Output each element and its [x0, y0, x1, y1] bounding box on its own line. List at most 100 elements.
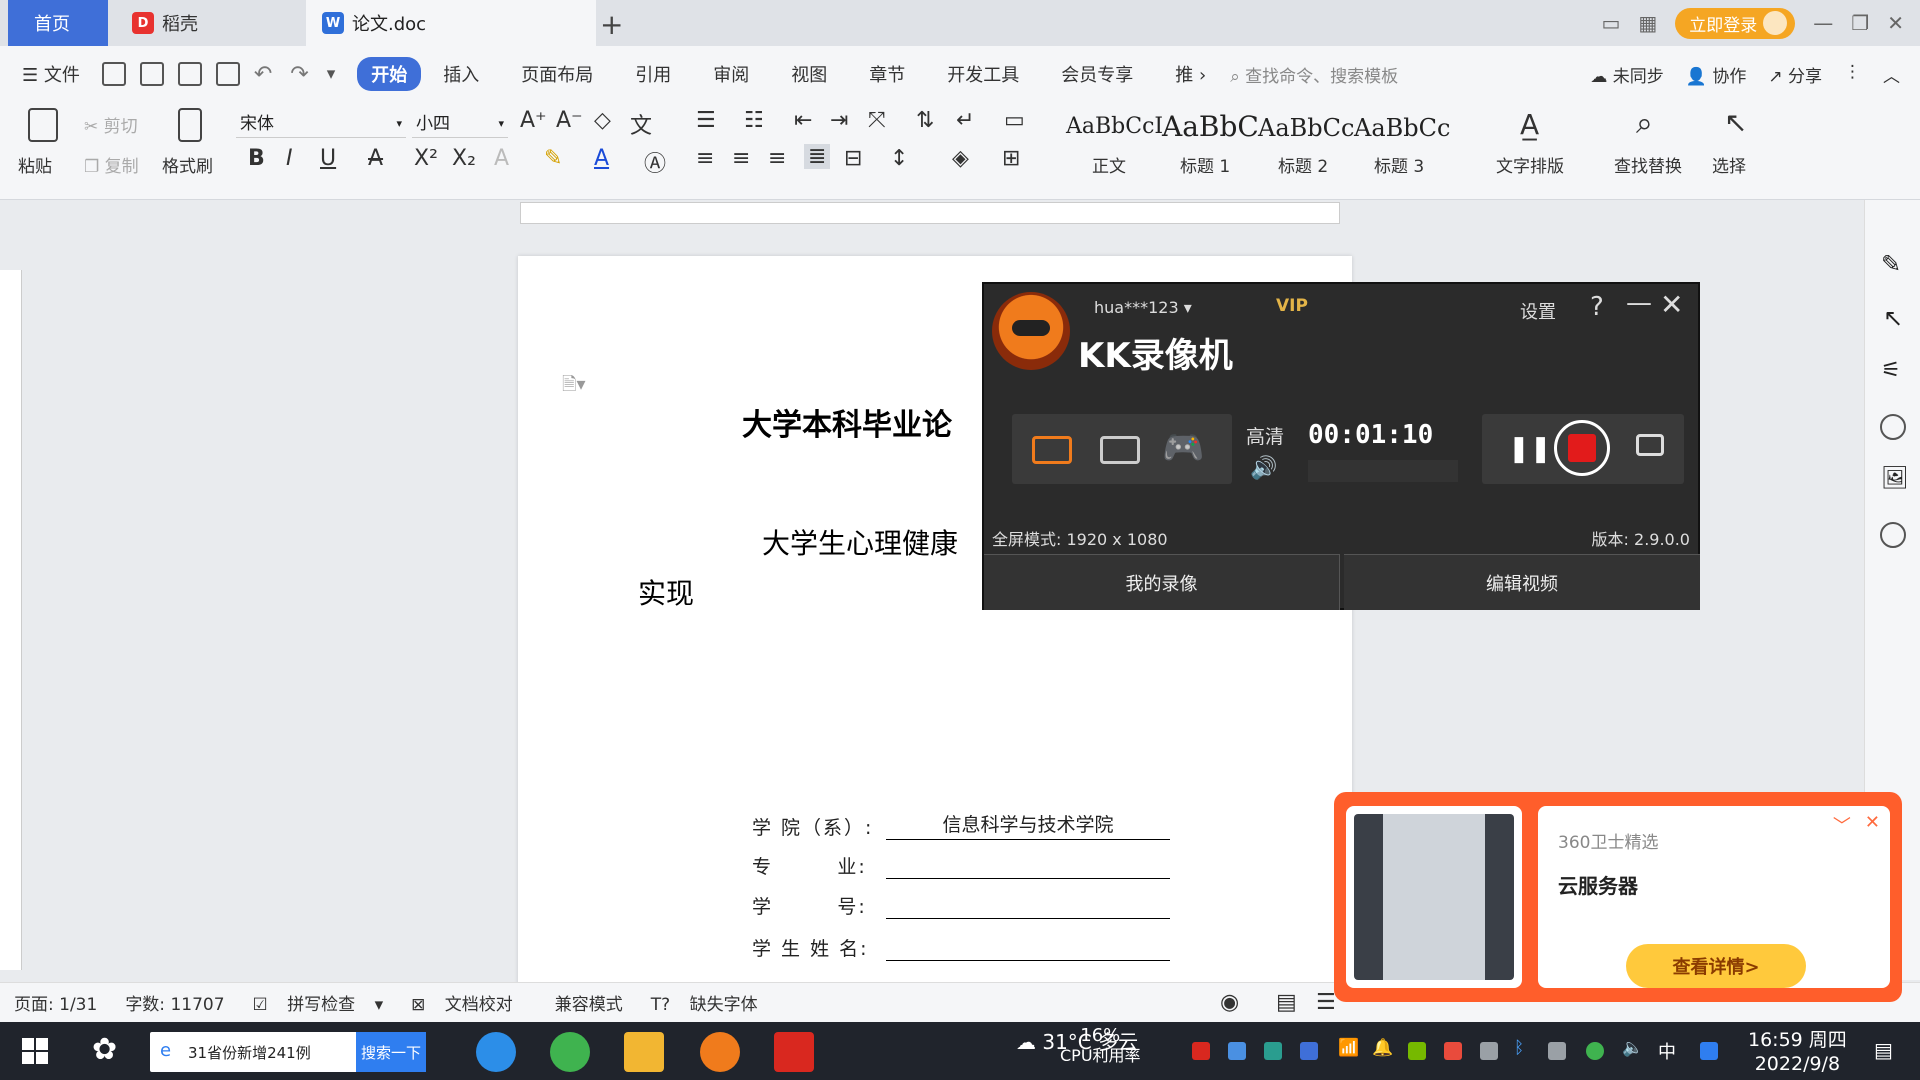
menu-view[interactable]: 视图	[791, 61, 827, 87]
close-icon[interactable]: ✕	[1887, 11, 1904, 35]
ad-card[interactable]: 360卫士精选 云服务器 查看详情> ﹀ ✕	[1538, 806, 1890, 988]
shrink-font-icon[interactable]: A⁻	[556, 108, 583, 133]
bluetooth-icon[interactable]: ᛒ	[1514, 1038, 1524, 1058]
sort-icon[interactable]: ⇅	[916, 108, 934, 133]
font-color-icon[interactable]: A	[594, 146, 609, 171]
save-icon[interactable]	[101, 62, 126, 86]
tray-q-icon[interactable]	[1700, 1042, 1718, 1060]
spell-check[interactable]: ☑ 拼写检查 ▾	[253, 990, 384, 1015]
image-icon[interactable]: 🖼	[1881, 466, 1909, 491]
vertical-ruler[interactable]	[0, 270, 22, 970]
tab-home[interactable]: 首页	[8, 0, 108, 46]
more-icon[interactable]: ⋮	[1844, 62, 1861, 87]
eye-icon[interactable]: ◉	[1220, 990, 1239, 1015]
clear-format-icon[interactable]: ◇	[594, 108, 611, 133]
phonetic-icon[interactable]: 文	[630, 108, 652, 140]
adjust-icon[interactable]: ⚟	[1881, 358, 1901, 383]
undo-icon[interactable]: ↶	[254, 62, 272, 87]
shading-icon[interactable]: ◈	[952, 146, 969, 171]
kk-settings-button[interactable]: 设置	[1520, 298, 1556, 324]
style-h3-preview[interactable]: AaBbCc	[1354, 114, 1450, 142]
help-icon[interactable]	[1880, 414, 1906, 440]
nvidia-icon[interactable]	[1408, 1042, 1426, 1060]
kk-vip-badge[interactable]: VIP	[1276, 296, 1308, 316]
doc-proofread[interactable]: ⊠ 文档校对	[411, 990, 527, 1015]
360-browser-icon[interactable]	[550, 1032, 590, 1072]
numbered-list-icon[interactable]: ☷	[744, 108, 764, 133]
layout-icon[interactable]: ▭	[1601, 11, 1620, 35]
ad-popup[interactable]: 360卫士精选 云服务器 查看详情> ﹀ ✕	[1334, 792, 1902, 1002]
assistant-icon[interactable]: ✿	[92, 1032, 117, 1067]
tab-document[interactable]: W 论文.doc	[306, 0, 596, 46]
ad-image[interactable]	[1346, 806, 1522, 988]
kk-recorder-taskbar-icon[interactable]	[700, 1032, 740, 1072]
redo-icon[interactable]: ↷	[290, 62, 308, 87]
preview-icon[interactable]	[215, 62, 240, 86]
print-icon[interactable]	[177, 62, 202, 86]
menu-member[interactable]: 会员专享	[1061, 61, 1133, 87]
superscript-icon[interactable]: X²	[414, 146, 438, 171]
style-normal-preview[interactable]: AaBbCcI	[1066, 114, 1163, 139]
horizontal-ruler[interactable]	[520, 202, 1340, 224]
kk-close-icon[interactable]: ✕	[1660, 288, 1683, 321]
usb-icon[interactable]	[1548, 1042, 1566, 1060]
tray-sync-icon[interactable]	[1264, 1042, 1282, 1060]
ad-collapse-icon[interactable]: ﹀	[1833, 812, 1851, 838]
pointer-icon[interactable]: ↖	[1883, 304, 1903, 332]
tray-shield-icon[interactable]	[1300, 1042, 1318, 1060]
paragraph-menu-icon[interactable]: 🗎▾	[562, 372, 586, 402]
battery-icon[interactable]	[1480, 1042, 1498, 1060]
style-h1-preview[interactable]: AaBbC	[1162, 110, 1259, 143]
char-border-icon[interactable]: Ⓐ	[644, 146, 666, 178]
speaker-icon[interactable]: 🔈	[1622, 1038, 1643, 1058]
subscript-icon[interactable]: X₂	[452, 146, 476, 171]
ruler-icon[interactable]: ▭	[1004, 108, 1025, 133]
clock[interactable]: 16:59 周四 2022/9/8	[1748, 1028, 1847, 1076]
stop-record-button[interactable]	[1554, 420, 1610, 476]
kk-volume-bar[interactable]	[1308, 460, 1458, 482]
menu-file[interactable]: ☰ 文件	[22, 61, 80, 87]
customize-icon[interactable]: ▾	[327, 64, 336, 84]
location-icon[interactable]	[1880, 522, 1906, 548]
text-layout-button[interactable]: 文字排版	[1496, 152, 1564, 177]
align-left-icon[interactable]: ≡	[696, 146, 714, 171]
copy-button[interactable]: ❐ 复制	[84, 152, 139, 177]
align-right-icon[interactable]: ≡	[768, 146, 786, 171]
menu-review[interactable]: 审阅	[713, 61, 749, 87]
style-h2-preview[interactable]: AaBbCc	[1258, 114, 1354, 142]
kk-minimize-icon[interactable]: —	[1626, 288, 1652, 318]
format-painter-button[interactable]: 格式刷	[162, 152, 213, 177]
select-cursor-icon[interactable]: ↖	[1724, 106, 1747, 139]
outline-view-icon[interactable]: ☰	[1316, 990, 1336, 1015]
minimize-icon[interactable]: —	[1813, 11, 1833, 35]
sync-button[interactable]: ☁ 未同步	[1590, 62, 1663, 87]
taskbar-search-button[interactable]: 搜索一下	[356, 1032, 426, 1072]
borders-icon[interactable]: ⊞	[1002, 146, 1020, 171]
ad-details-button[interactable]: 查看详情>	[1626, 944, 1806, 988]
kk-recorder-window[interactable]: hua***123 ▾ VIP KK录像机 设置 ? — ✕ 🎮 高清 🔊 00…	[982, 282, 1700, 610]
menu-insert[interactable]: 插入	[443, 61, 479, 87]
wps-taskbar-icon[interactable]	[774, 1032, 814, 1072]
increase-indent-icon[interactable]: ⇥	[830, 108, 848, 133]
find-replace-icon[interactable]: ⌕	[1636, 106, 1653, 141]
kk-user[interactable]: hua***123 ▾	[1094, 298, 1192, 317]
menu-page-layout[interactable]: 页面布局	[521, 61, 593, 87]
paste-icon[interactable]	[28, 108, 58, 142]
page-count[interactable]: 页面: 1/31	[14, 990, 97, 1015]
cut-button[interactable]: ✂ 剪切	[84, 112, 138, 137]
fullscreen-mode-icon[interactable]	[1032, 436, 1072, 464]
menu-references[interactable]: 引用	[635, 61, 671, 87]
export-icon[interactable]	[139, 62, 164, 86]
edit-pen-icon[interactable]: ✎	[1881, 250, 1901, 278]
menu-dev-tools[interactable]: 开发工具	[947, 61, 1019, 87]
menu-more[interactable]: 推 ›	[1175, 61, 1206, 87]
missing-font[interactable]: T? 缺失字体	[651, 990, 772, 1015]
menu-chapter[interactable]: 章节	[869, 61, 905, 87]
align-center-icon[interactable]: ≡	[732, 146, 750, 171]
underline-icon[interactable]: U	[320, 146, 336, 171]
paste-button[interactable]: 粘贴	[18, 152, 52, 177]
font-name-select[interactable]: 宋体 ▾	[236, 110, 406, 138]
volume-icon[interactable]: 🔊	[1250, 456, 1277, 481]
decrease-indent-icon[interactable]: ⇤	[794, 108, 812, 133]
strikethrough-icon[interactable]: A	[368, 146, 383, 171]
